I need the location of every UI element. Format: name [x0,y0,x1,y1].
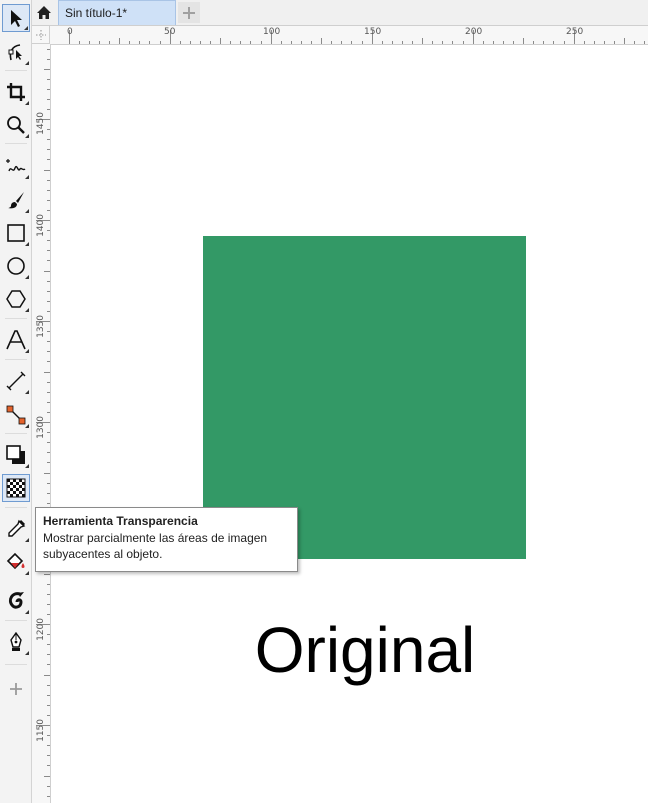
vertical-ruler-label: 1150 [36,719,46,742]
outline-pen-tool-button[interactable] [2,628,30,656]
eyedropper-tool-button[interactable] [2,515,30,543]
crop-icon [7,83,25,101]
vertical-ruler-label: 1450 [36,112,46,135]
drop-shadow-tool-button[interactable] [2,441,30,469]
freehand-icon [6,159,26,172]
flyout-indicator-icon [25,424,29,428]
artistic-media-tool-button[interactable] [2,186,30,214]
fill-bucket-icon [6,552,25,570]
interactive-fill-tool-button[interactable] [2,548,30,576]
drop-shadow-icon [6,445,25,464]
document-tab-title: Sin título-1* [65,6,128,20]
plus-icon [10,683,22,695]
home-icon [37,6,51,19]
transparency-icon [6,478,26,498]
toolbox-separator [5,507,27,508]
polygon-icon [6,290,26,308]
flyout-indicator-icon [25,242,29,246]
flyout-indicator-icon [25,275,29,279]
text-icon [6,330,26,350]
flyout-indicator-icon [24,26,28,30]
flyout-indicator-icon [25,209,29,213]
home-tab[interactable] [32,0,56,25]
flyout-indicator-icon [25,349,29,353]
rectangle-tool-button[interactable] [2,219,30,247]
polygon-tool-button[interactable] [2,285,30,313]
smart-fill-icon [8,592,24,609]
flyout-indicator-icon [25,308,29,312]
toolbox-separator [5,359,27,360]
ellipse-tool-button[interactable] [2,252,30,280]
arrow-pointer-icon [11,10,22,27]
shape-tool-button[interactable] [2,38,30,66]
vertical-ruler-label: 1200 [36,618,46,641]
tooltip-body: Mostrar parcialmente las áreas de imagen… [43,531,268,561]
flyout-indicator-icon [25,571,29,575]
flyout-indicator-icon [25,390,29,394]
zoom-tool-button[interactable] [2,111,30,139]
dimension-icon [6,371,26,391]
flyout-indicator-icon [25,610,29,614]
flyout-indicator-icon [25,175,29,179]
original-text-object[interactable]: Original [200,612,530,688]
vertical-ruler[interactable]: 1450 1400 1350 1300 1250 1200 1150 [32,44,51,803]
horizontal-ruler-label: 50 [164,27,176,37]
connector-tool-button[interactable] [2,401,30,429]
toolbox-separator [5,433,27,434]
freehand-tool-button[interactable] [2,152,30,180]
toolbox-separator [5,70,27,71]
transparency-tool-button[interactable] [2,474,30,502]
flyout-indicator-icon [25,538,29,542]
toolbox-separator [5,318,27,319]
horizontal-ruler-label: 250 [566,27,584,37]
toolbox [0,0,32,803]
toolbox-separator [5,664,27,665]
vertical-ruler-label: 1300 [36,416,46,439]
add-tab-button[interactable] [178,2,200,23]
node-edit-icon [8,44,22,61]
flyout-indicator-icon [25,101,29,105]
ruler-origin-corner[interactable] [32,26,50,44]
vertical-ruler-label: 1350 [36,315,46,338]
flyout-indicator-icon [25,464,29,468]
vertical-ruler-label: 1400 [36,214,46,237]
transparency-tool-tooltip: Herramienta Transparencia Mostrar parcia… [35,507,298,572]
connector-icon [6,405,26,425]
flyout-indicator-icon [25,61,29,65]
pick-tool-button[interactable] [2,4,30,32]
tooltip-title: Herramienta Transparencia [43,514,198,528]
flyout-indicator-icon [25,134,29,138]
ellipse-icon [7,257,25,275]
magnifier-icon [7,116,25,134]
document-tab[interactable]: Sin título-1* [58,0,176,25]
horizontal-ruler-label: 200 [465,27,483,37]
ruler-origin-icon [36,30,46,40]
horizontal-ruler-label: 150 [364,27,382,37]
toolbox-separator [5,143,27,144]
crop-tool-button[interactable] [2,78,30,106]
horizontal-ruler-label: 100 [263,27,281,37]
text-tool-button[interactable] [2,326,30,354]
plus-icon [183,6,195,19]
pen-nib-icon [10,632,22,651]
eyedropper-icon [8,519,26,537]
rectangle-icon [7,224,25,242]
flyout-indicator-icon [25,651,29,655]
horizontal-ruler-label: 0 [67,27,73,37]
smart-fill-tool-button[interactable] [2,587,30,615]
dimension-tool-button[interactable] [2,367,30,395]
add-tool-button[interactable] [2,675,30,703]
horizontal-ruler[interactable]: 0 50 100 150 200 250 [50,26,648,45]
brush-icon [8,192,24,209]
document-tab-bar: Sin título-1* [32,0,648,26]
toolbox-separator [5,620,27,621]
horizontal-ruler-ticks [69,30,645,44]
